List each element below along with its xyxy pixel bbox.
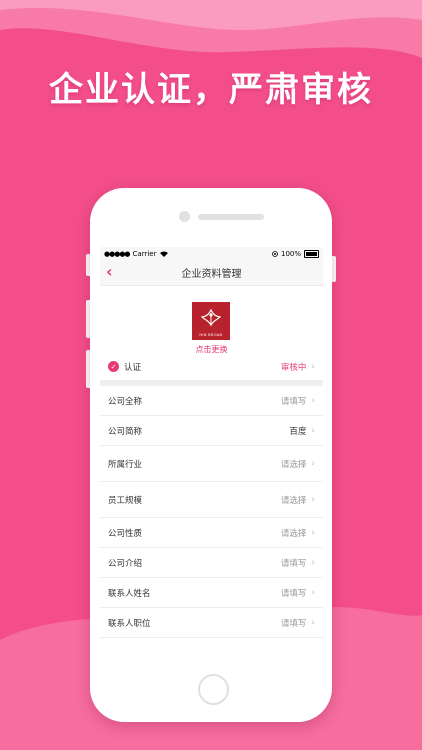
chevron-right-icon: › bbox=[311, 458, 315, 469]
field-label: 所属行业 bbox=[108, 459, 143, 470]
field-value: 请选择 bbox=[280, 459, 307, 470]
certification-label: 认证 bbox=[124, 362, 142, 373]
field-label: 公司介绍 bbox=[108, 558, 143, 569]
field-row-contact-position[interactable]: 联系人职位 请填写 › bbox=[100, 608, 323, 638]
wifi-icon bbox=[159, 251, 168, 257]
chevron-left-icon[interactable]: ‹ bbox=[106, 262, 113, 281]
field-label: 公司性质 bbox=[108, 528, 143, 539]
speaker bbox=[198, 214, 264, 220]
field-label: 公司简称 bbox=[108, 426, 143, 437]
wings-emblem-icon bbox=[200, 308, 222, 327]
chevron-right-icon: › bbox=[311, 557, 315, 568]
chevron-right-icon: › bbox=[311, 494, 315, 505]
field-row-company-name[interactable]: 公司全称 请填写 › bbox=[100, 386, 323, 416]
company-logo[interactable]: HIN BROAD bbox=[192, 302, 230, 340]
carrier-label: Carrier bbox=[132, 249, 157, 258]
chevron-right-icon: › bbox=[311, 617, 315, 628]
battery-label: 100% bbox=[280, 249, 301, 258]
certification-row[interactable]: ✓ 认证 审核中 › bbox=[100, 353, 323, 381]
chevron-right-icon: › bbox=[311, 361, 315, 372]
field-row-contact-name[interactable]: 联系人姓名 请填写 › bbox=[100, 578, 323, 608]
field-value: 百度 bbox=[289, 426, 307, 437]
camera bbox=[179, 211, 190, 222]
field-value: 请填写 bbox=[280, 588, 307, 599]
home-button bbox=[198, 674, 229, 705]
field-value: 请填写 bbox=[280, 558, 307, 569]
logo-brand-text: HIN BROAD bbox=[199, 333, 223, 337]
field-value: 请选择 bbox=[280, 495, 307, 506]
app-screen: ●●●●● Carrier 100% ‹ 企业资料管理 HIN BROAD 点击… bbox=[100, 247, 323, 647]
location-icon bbox=[272, 250, 278, 257]
field-row-staff-size[interactable]: 员工规模 请选择 › bbox=[100, 482, 323, 518]
certification-status: 审核中 bbox=[280, 362, 307, 373]
field-row-company-intro[interactable]: 公司介绍 请填写 › bbox=[100, 548, 323, 578]
field-label: 员工规模 bbox=[108, 495, 143, 506]
field-row-company-type[interactable]: 公司性质 请选择 › bbox=[100, 518, 323, 548]
field-row-short-name[interactable]: 公司简称 百度 › bbox=[100, 416, 323, 446]
status-bar: ●●●●● Carrier 100% bbox=[100, 247, 323, 260]
field-label: 联系人姓名 bbox=[108, 588, 151, 599]
logo-section: HIN BROAD 点击更换 bbox=[100, 286, 323, 355]
field-label: 联系人职位 bbox=[108, 618, 151, 629]
field-row-industry[interactable]: 所属行业 请选择 › bbox=[100, 446, 323, 482]
phone-frame: ●●●●● Carrier 100% ‹ 企业资料管理 HIN BROAD 点击… bbox=[90, 188, 332, 722]
chevron-right-icon: › bbox=[311, 395, 315, 406]
field-value: 请填写 bbox=[280, 396, 307, 407]
chevron-right-icon: › bbox=[311, 425, 315, 436]
field-label: 公司全称 bbox=[108, 396, 143, 407]
chevron-right-icon: › bbox=[311, 527, 315, 538]
change-logo-link[interactable]: 点击更换 bbox=[100, 344, 323, 355]
page-title: 企业资料管理 bbox=[181, 269, 242, 280]
field-value: 请填写 bbox=[280, 618, 307, 629]
nav-bar: ‹ 企业资料管理 bbox=[100, 260, 323, 286]
battery-icon bbox=[304, 249, 319, 258]
field-value: 请选择 bbox=[280, 528, 307, 539]
headline: 企业认证，严肃审核 bbox=[49, 70, 373, 110]
signal-icon: ●●●●● bbox=[104, 249, 131, 258]
chevron-right-icon: › bbox=[311, 587, 315, 598]
check-icon: ✓ bbox=[108, 361, 119, 372]
